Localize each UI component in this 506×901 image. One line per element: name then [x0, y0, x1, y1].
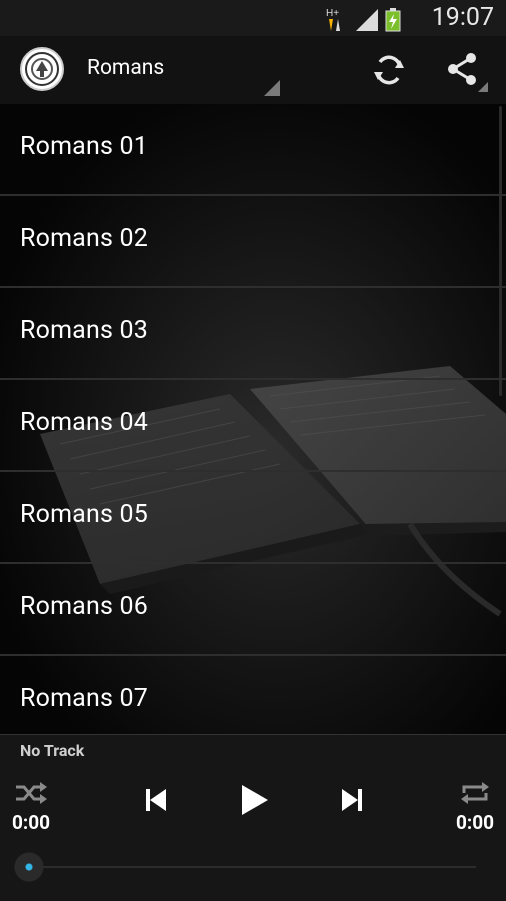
repeat-icon	[461, 782, 489, 804]
list-item-romans-01[interactable]: Romans 01	[0, 104, 506, 196]
status-icons: H+	[326, 5, 416, 32]
chapter-list: Romans 01 Romans 02 Romans 03 Romans 04 …	[0, 104, 506, 734]
spinner-indicator-icon	[264, 80, 280, 96]
status-time: 19:07	[431, 3, 494, 32]
app-logo-icon[interactable]	[20, 47, 64, 91]
list-item-romans-04[interactable]: Romans 04	[0, 380, 506, 472]
seek-thumb[interactable]	[14, 852, 44, 882]
list-item-label: Romans 06	[20, 592, 148, 621]
repeat-button[interactable]	[458, 779, 492, 807]
next-button[interactable]	[336, 783, 368, 817]
list-item-label: Romans 03	[20, 316, 148, 345]
audio-player: No Track 0:00 0:00	[0, 734, 506, 901]
play-button[interactable]	[234, 779, 274, 821]
duration-time: 0:00	[455, 811, 494, 834]
battery-charging-icon	[385, 8, 401, 32]
shuffle-icon	[16, 782, 47, 804]
signal-icon	[356, 9, 378, 31]
data-arrows-icon: H+	[326, 8, 340, 31]
logo-emblem	[25, 52, 59, 86]
list-item-romans-06[interactable]: Romans 06	[0, 564, 506, 656]
play-icon	[242, 785, 268, 815]
list-item-label: Romans 04	[20, 408, 148, 437]
list-item-romans-07[interactable]: Romans 07	[0, 656, 506, 734]
elapsed-time: 0:00	[12, 811, 51, 834]
list-item-label: Romans 05	[20, 500, 148, 529]
status-icons-svg: H+	[326, 8, 401, 32]
network-type-label: H+	[326, 8, 339, 19]
previous-icon	[146, 789, 166, 811]
refresh-button[interactable]	[369, 50, 409, 90]
next-icon	[342, 789, 362, 811]
chapter-list-container: Romans 01 Romans 02 Romans 03 Romans 04 …	[0, 104, 506, 734]
list-item-label: Romans 07	[20, 684, 148, 713]
page-title-spinner[interactable]: Romans	[87, 56, 164, 80]
shuffle-button[interactable]	[14, 779, 48, 807]
list-item-label: Romans 01	[20, 132, 148, 161]
seek-bar[interactable]	[30, 866, 476, 868]
list-item-romans-05[interactable]: Romans 05	[0, 472, 506, 564]
list-item-romans-03[interactable]: Romans 03	[0, 288, 506, 380]
list-item-romans-02[interactable]: Romans 02	[0, 196, 506, 288]
overflow-indicator-icon	[478, 82, 488, 92]
previous-button[interactable]	[140, 783, 172, 817]
action-bar: Romans	[0, 36, 506, 104]
refresh-icon	[374, 55, 404, 85]
status-bar: H+ 19:07	[0, 0, 506, 36]
track-title: No Track	[20, 741, 85, 760]
list-item-label: Romans 02	[20, 224, 148, 253]
